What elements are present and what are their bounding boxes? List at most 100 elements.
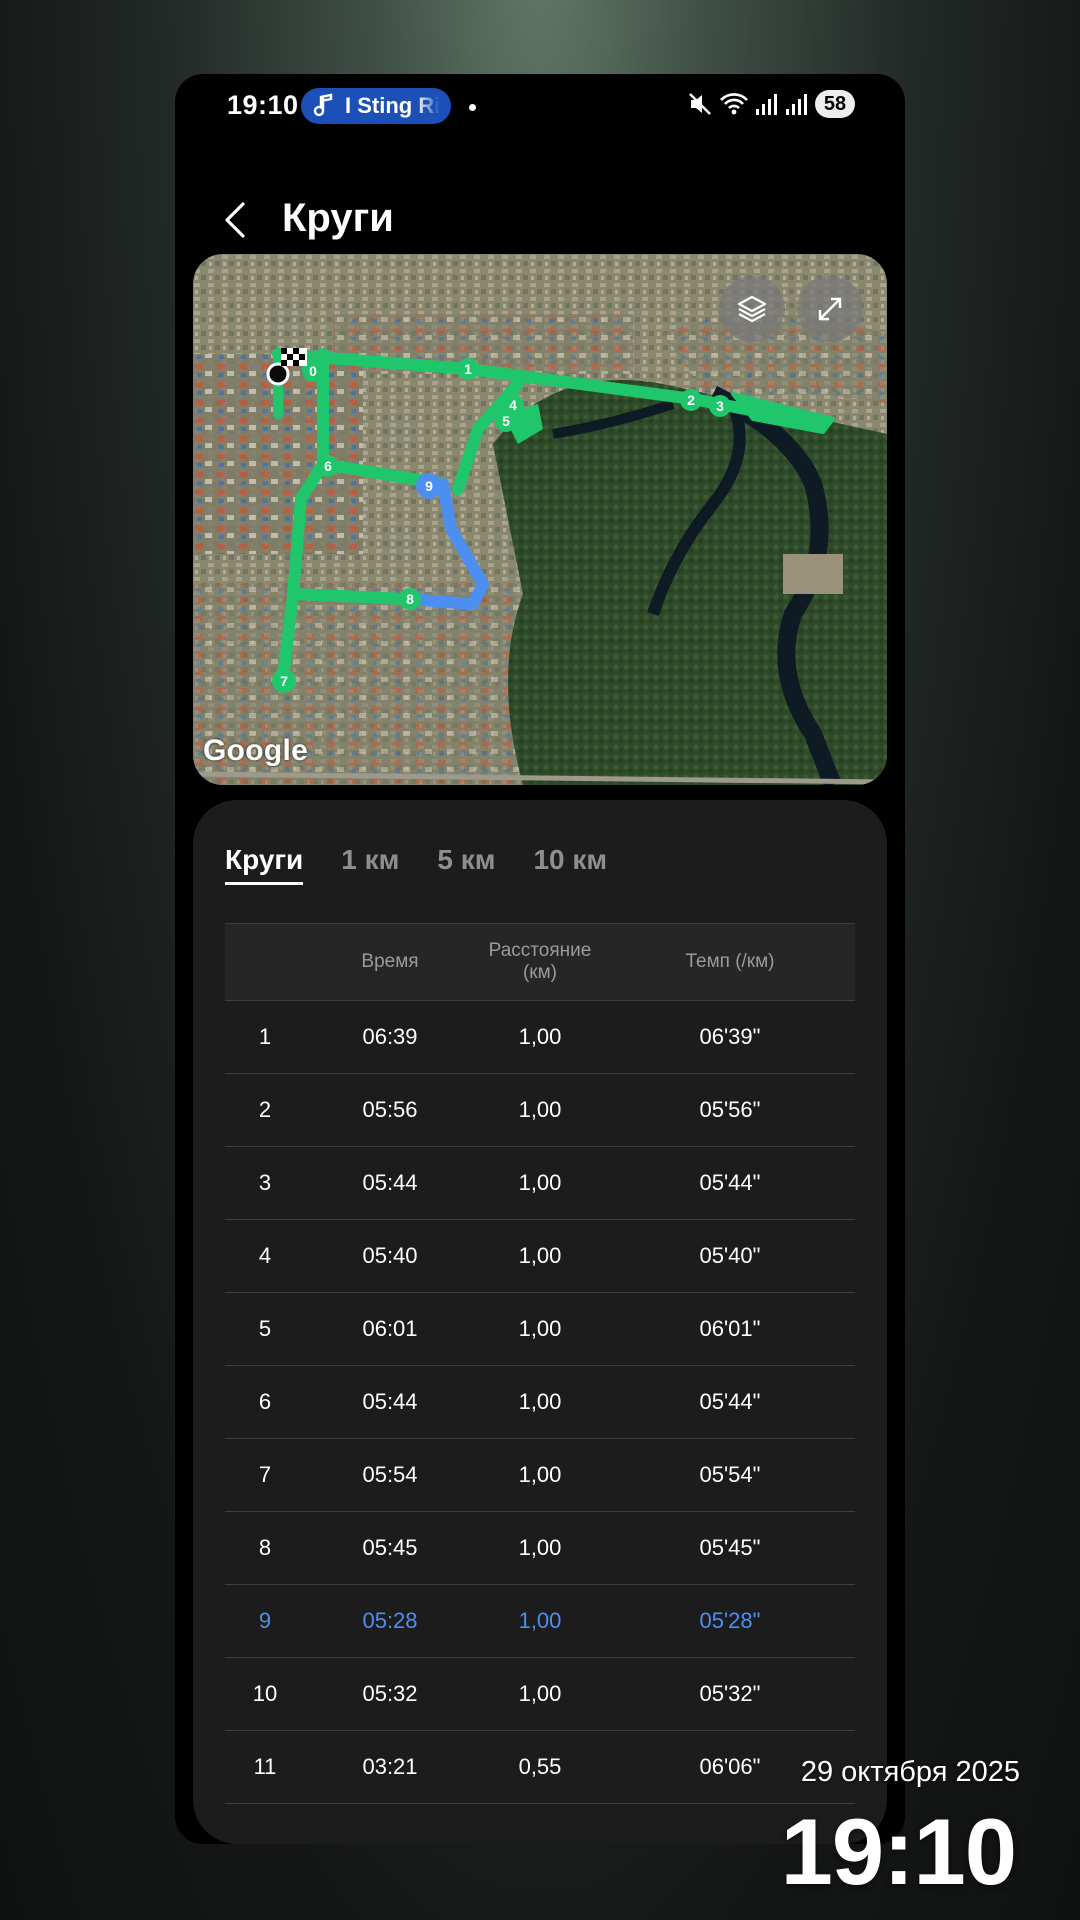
cell-time: 05:40	[362, 1243, 418, 1268]
cell-pace: 05'28"	[699, 1608, 761, 1633]
tab-bar: Круги 1 км 5 км 10 км	[225, 844, 645, 885]
cell-distance: 0,55	[518, 1754, 562, 1779]
cell-pace: 05'54"	[699, 1462, 761, 1487]
wifi-icon	[720, 93, 748, 115]
laps-card: Круги 1 км 5 км 10 км Время Расстояние (…	[193, 800, 887, 1844]
cell-lap-number: 4	[258, 1243, 272, 1268]
tab-1km[interactable]: 1 км	[341, 844, 399, 885]
cell-distance: 1,00	[518, 1316, 562, 1341]
cell-distance: 1,00	[518, 1097, 562, 1122]
cell-time: 05:54	[362, 1462, 418, 1487]
status-bar: 19:10 I Sting Ri 58	[175, 74, 905, 138]
cell-distance: 1,00	[518, 1389, 562, 1414]
app-window: 19:10 I Sting Ri 58 Круги 0 1 2 3 4 5 6 …	[175, 74, 905, 1844]
col-header-pace: Темп (/км)	[685, 951, 775, 972]
svg-text:3: 3	[716, 398, 724, 414]
table-row[interactable]: 5 06:01 1,00 06'01"	[225, 1292, 855, 1365]
tab-laps[interactable]: Круги	[225, 844, 304, 885]
layers-icon	[737, 295, 767, 323]
cell-time: 05:45	[362, 1535, 418, 1560]
tab-10km[interactable]: 10 км	[533, 844, 607, 885]
svg-text:7: 7	[280, 673, 288, 689]
svg-text:9: 9	[425, 478, 433, 494]
cell-time: 06:39	[362, 1024, 418, 1049]
route-map[interactable]: 0 1 2 3 4 5 6 7 8 9 Google	[193, 254, 887, 785]
svg-text:5: 5	[502, 413, 510, 429]
cell-pace: 05'32"	[699, 1681, 761, 1706]
cell-pace: 05'44"	[699, 1389, 761, 1414]
status-icons: 58	[687, 90, 855, 118]
cell-time: 05:32	[362, 1681, 418, 1706]
table-row[interactable]: 3 05:44 1,00 05'44"	[225, 1146, 855, 1219]
table-row[interactable]: 7 05:54 1,00 05'54"	[225, 1438, 855, 1511]
col-header-time: Время	[361, 951, 419, 972]
table-body: 1 06:39 1,00 06'39" 2 05:56 1,00 05'56" 3 05:44 1,…	[225, 1000, 855, 1804]
map-layers-button[interactable]	[719, 276, 785, 342]
cell-distance: 1,00	[518, 1681, 562, 1706]
cell-lap-number: 10	[252, 1681, 278, 1706]
satellite-map: 0 1 2 3 4 5 6 7 8 9	[193, 254, 887, 785]
svg-text:4: 4	[509, 397, 517, 413]
page-title: Круги	[282, 196, 394, 240]
cell-lap-number: 6	[258, 1389, 272, 1414]
cell-lap-number: 3	[258, 1170, 272, 1195]
cell-time: 05:44	[362, 1170, 418, 1195]
media-title: I Sting Ri	[345, 93, 441, 118]
lockscreen-time: 19:10	[780, 1799, 1017, 1904]
google-logo: Google	[203, 734, 309, 767]
battery-indicator: 58	[815, 90, 855, 118]
svg-text:8: 8	[406, 591, 414, 607]
table-row[interactable]: 2 05:56 1,00 05'56"	[225, 1073, 855, 1146]
status-time: 19:10	[227, 90, 299, 120]
cell-distance: 1,00	[518, 1024, 562, 1049]
tab-5km[interactable]: 5 км	[437, 844, 495, 885]
svg-text:2: 2	[687, 392, 695, 408]
cell-pace: 05'45"	[699, 1535, 761, 1560]
cell-time: 05:56	[362, 1097, 418, 1122]
cell-pace: 06'39"	[699, 1024, 761, 1049]
table-row[interactable]: 10 05:32 1,00 05'32"	[225, 1657, 855, 1730]
table-row[interactable]: 11 03:21 0,55 06'06"	[225, 1730, 855, 1804]
back-arrow-icon[interactable]	[215, 198, 259, 242]
signal-icon	[756, 94, 777, 115]
cell-distance: 1,00	[518, 1608, 562, 1633]
cell-time: 05:28	[362, 1608, 418, 1633]
signal-icon	[786, 94, 807, 115]
cell-time: 05:44	[362, 1389, 418, 1414]
header: Круги	[175, 174, 905, 264]
cell-distance: 1,00	[518, 1462, 562, 1487]
table-row[interactable]: 8 05:45 1,00 05'45"	[225, 1511, 855, 1584]
cell-lap-number: 11	[253, 1754, 277, 1779]
cell-time: 03:21	[362, 1754, 418, 1779]
cell-distance: 1,00	[518, 1535, 562, 1560]
cell-lap-number: 9	[258, 1608, 272, 1633]
table-row[interactable]: 1 06:39 1,00 06'39"	[225, 1000, 855, 1073]
cell-lap-number: 8	[258, 1535, 272, 1560]
media-pill[interactable]: I Sting Ri	[301, 88, 451, 124]
cell-pace: 06'01"	[699, 1316, 761, 1341]
cell-distance: 1,00	[518, 1243, 562, 1268]
table-row[interactable]: 4 05:40 1,00 05'40"	[225, 1219, 855, 1292]
table-row[interactable]: 9 05:28 1,00 05'28"	[225, 1584, 855, 1657]
mute-icon	[689, 93, 711, 115]
cell-lap-number: 7	[258, 1462, 272, 1487]
table-header: Время Расстояние (км) Темп (/км)	[225, 923, 855, 1000]
cell-pace: 05'56"	[699, 1097, 761, 1122]
table-row[interactable]: 6 05:44 1,00 05'44"	[225, 1365, 855, 1438]
cell-lap-number: 1	[258, 1024, 272, 1049]
cell-lap-number: 2	[258, 1097, 272, 1122]
cell-pace: 05'40"	[699, 1243, 761, 1268]
col-header-distance: Расстояние (км)	[488, 940, 592, 983]
expand-icon	[818, 297, 842, 321]
music-note-icon	[313, 93, 333, 117]
map-expand-button[interactable]	[797, 276, 863, 342]
cell-time: 06:01	[362, 1316, 418, 1341]
svg-text:1: 1	[464, 361, 472, 377]
cell-pace: 05'44"	[699, 1170, 761, 1195]
notification-dot	[469, 104, 476, 111]
cell-distance: 1,00	[518, 1170, 562, 1195]
lockscreen-date: 29 октября 2025	[800, 1756, 1020, 1788]
svg-text:6: 6	[324, 458, 332, 474]
laps-table: Время Расстояние (км) Темп (/км) 1 06:39 1…	[225, 923, 855, 1804]
cell-lap-number: 5	[258, 1316, 272, 1341]
